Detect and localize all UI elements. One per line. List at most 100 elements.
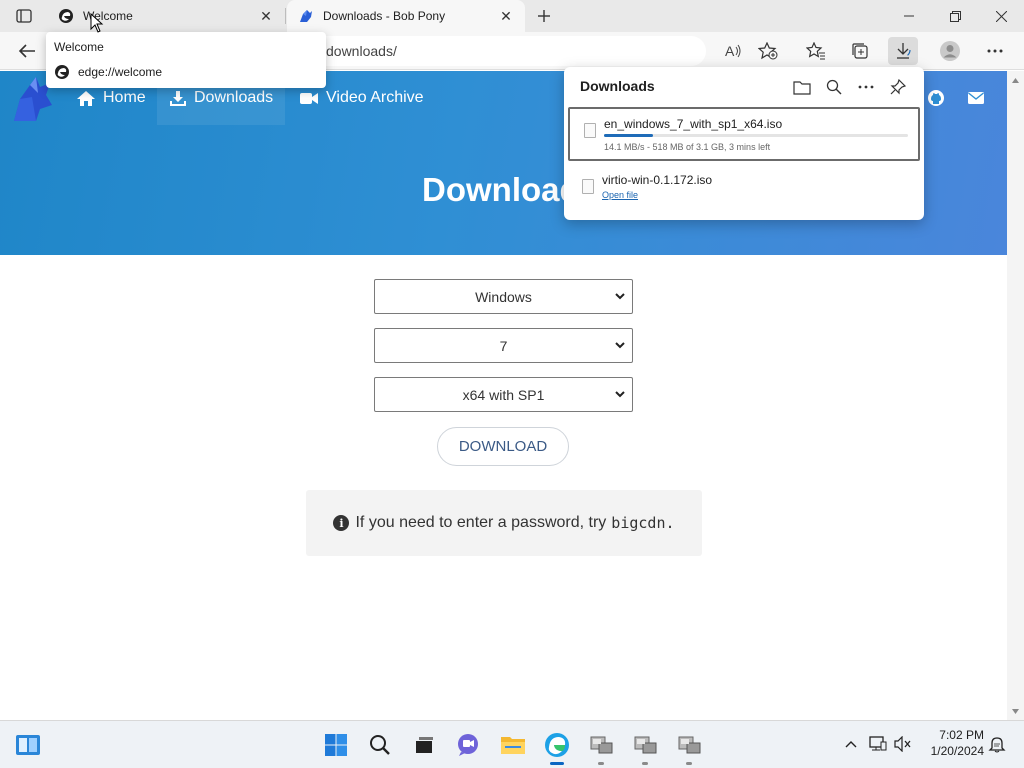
version-select[interactable]: 7 (374, 328, 633, 363)
pin-downloads-button[interactable] (885, 75, 911, 99)
widgets-icon (16, 735, 40, 755)
scroll-up-arrow[interactable] (1007, 73, 1024, 87)
running-app-indicator (598, 762, 604, 765)
downloads-flyout-title: Downloads (580, 78, 655, 94)
download-button[interactable]: DOWNLOAD (437, 427, 569, 466)
tab-strip: Welcome ✕ Downloads - Bob Pony ✕ (0, 0, 1024, 32)
edge-taskbar-button[interactable] (543, 731, 571, 765)
widgets-button[interactable] (14, 731, 42, 759)
vm-app-button-3[interactable] (675, 731, 703, 765)
collections-icon (852, 43, 868, 59)
mouse-cursor-icon (90, 13, 104, 33)
close-window-button[interactable] (978, 0, 1024, 32)
file-icon (584, 123, 596, 138)
page-scrollbar[interactable] (1007, 71, 1024, 720)
computer-icon (678, 736, 701, 754)
more-options-icon (858, 85, 874, 89)
back-button[interactable] (12, 36, 42, 66)
teams-chat-button[interactable] (454, 731, 482, 759)
network-icon (869, 736, 887, 751)
pin-icon (890, 79, 906, 95)
clock-date: 1/20/2024 (930, 744, 984, 758)
note-code: bigcdn. (611, 514, 675, 532)
edition-select[interactable]: x64 with SP1 (374, 377, 633, 412)
open-file-link[interactable]: Open file (602, 190, 638, 200)
close-tab-icon[interactable]: ✕ (257, 7, 275, 25)
folder-icon (501, 737, 525, 754)
add-favorite-button[interactable] (753, 37, 783, 65)
notifications-button[interactable] (987, 733, 1007, 755)
folder-icon (793, 80, 811, 95)
nav-label: Video Archive (326, 89, 424, 106)
tab-actions-icon (16, 9, 32, 23)
restore-button[interactable] (932, 0, 978, 32)
download-filename: virtio-win-0.1.172.iso (602, 173, 713, 187)
close-tab-icon[interactable]: ✕ (497, 7, 515, 25)
settings-menu-button[interactable] (980, 37, 1010, 65)
show-hidden-icons-button[interactable] (841, 733, 861, 755)
plus-icon (538, 10, 550, 22)
tab-actions-button[interactable] (8, 4, 40, 28)
vm-app-button-2[interactable] (631, 731, 659, 765)
avatar-icon (940, 41, 960, 61)
caret-up-icon (1012, 77, 1019, 83)
address-text: downloads/ (326, 43, 397, 59)
os-select[interactable]: Windows (374, 279, 633, 314)
taskbar-search-button[interactable] (366, 731, 394, 759)
active-app-indicator (550, 762, 564, 765)
home-icon (76, 90, 96, 107)
email-link[interactable] (965, 88, 987, 108)
vm-app-button-1[interactable] (587, 731, 615, 765)
tab-title: Downloads - Bob Pony (323, 9, 446, 23)
star-add-icon (758, 42, 778, 60)
new-tab-button[interactable] (530, 4, 558, 28)
bobpony-logo-icon (297, 7, 315, 25)
tab-divider (285, 8, 286, 24)
volume-tray-button[interactable] (893, 733, 913, 755)
download-filename: en_windows_7_with_sp1_x64.iso (604, 117, 783, 131)
tab-title: Welcome (83, 9, 133, 23)
more-options-icon (987, 49, 1003, 53)
downloads-more-button[interactable] (853, 75, 879, 99)
search-downloads-button[interactable] (821, 75, 847, 99)
volume-muted-icon (894, 736, 911, 752)
info-icon: i (333, 515, 350, 531)
tab-welcome[interactable]: Welcome ✕ (47, 0, 285, 32)
chevron-down-icon (615, 391, 625, 398)
github-icon (928, 90, 944, 106)
collections-button[interactable] (845, 37, 875, 65)
chevron-down-icon (615, 342, 625, 349)
clock-time: 7:02 PM (939, 728, 984, 742)
file-explorer-button[interactable] (499, 731, 527, 759)
network-tray-button[interactable] (868, 733, 888, 755)
github-link[interactable] (925, 88, 947, 108)
task-view-button[interactable] (410, 731, 438, 759)
note-text: If you need to enter a password, try (355, 514, 607, 531)
download-item[interactable]: en_windows_7_with_sp1_x64.iso 14.1 MB/s … (568, 107, 920, 161)
nav-label: Downloads (194, 89, 274, 106)
favorites-icon (806, 42, 825, 60)
downloads-button[interactable] (888, 37, 918, 65)
mail-icon (968, 92, 984, 104)
minimize-icon (904, 15, 914, 17)
read-aloud-button[interactable]: A (718, 37, 748, 65)
chevron-down-icon (615, 293, 625, 300)
download-status: 14.1 MB/s - 518 MB of 3.1 GB, 3 mins lef… (604, 142, 771, 152)
taskbar-clock[interactable]: 7:02 PM 1/20/2024 (922, 727, 984, 759)
running-app-indicator (642, 762, 648, 765)
download-icon (169, 90, 187, 107)
scroll-down-arrow[interactable] (1007, 704, 1024, 718)
tab-downloads[interactable]: Downloads - Bob Pony ✕ (287, 0, 525, 32)
tab-hover-card: Welcome edge://welcome (46, 32, 326, 88)
read-aloud-icon: A (725, 43, 741, 59)
favorites-button[interactable] (801, 37, 831, 65)
download-item[interactable]: virtio-win-0.1.172.iso Open file (568, 165, 920, 219)
profile-button[interactable] (935, 37, 965, 65)
running-app-indicator (686, 762, 692, 765)
start-button[interactable] (322, 731, 350, 759)
minimize-button[interactable] (886, 0, 932, 32)
open-downloads-folder-button[interactable] (789, 75, 815, 99)
edition-select-value: x64 with SP1 (462, 386, 545, 403)
edge-icon (57, 7, 75, 25)
hover-card-url: edge://welcome (78, 65, 163, 79)
